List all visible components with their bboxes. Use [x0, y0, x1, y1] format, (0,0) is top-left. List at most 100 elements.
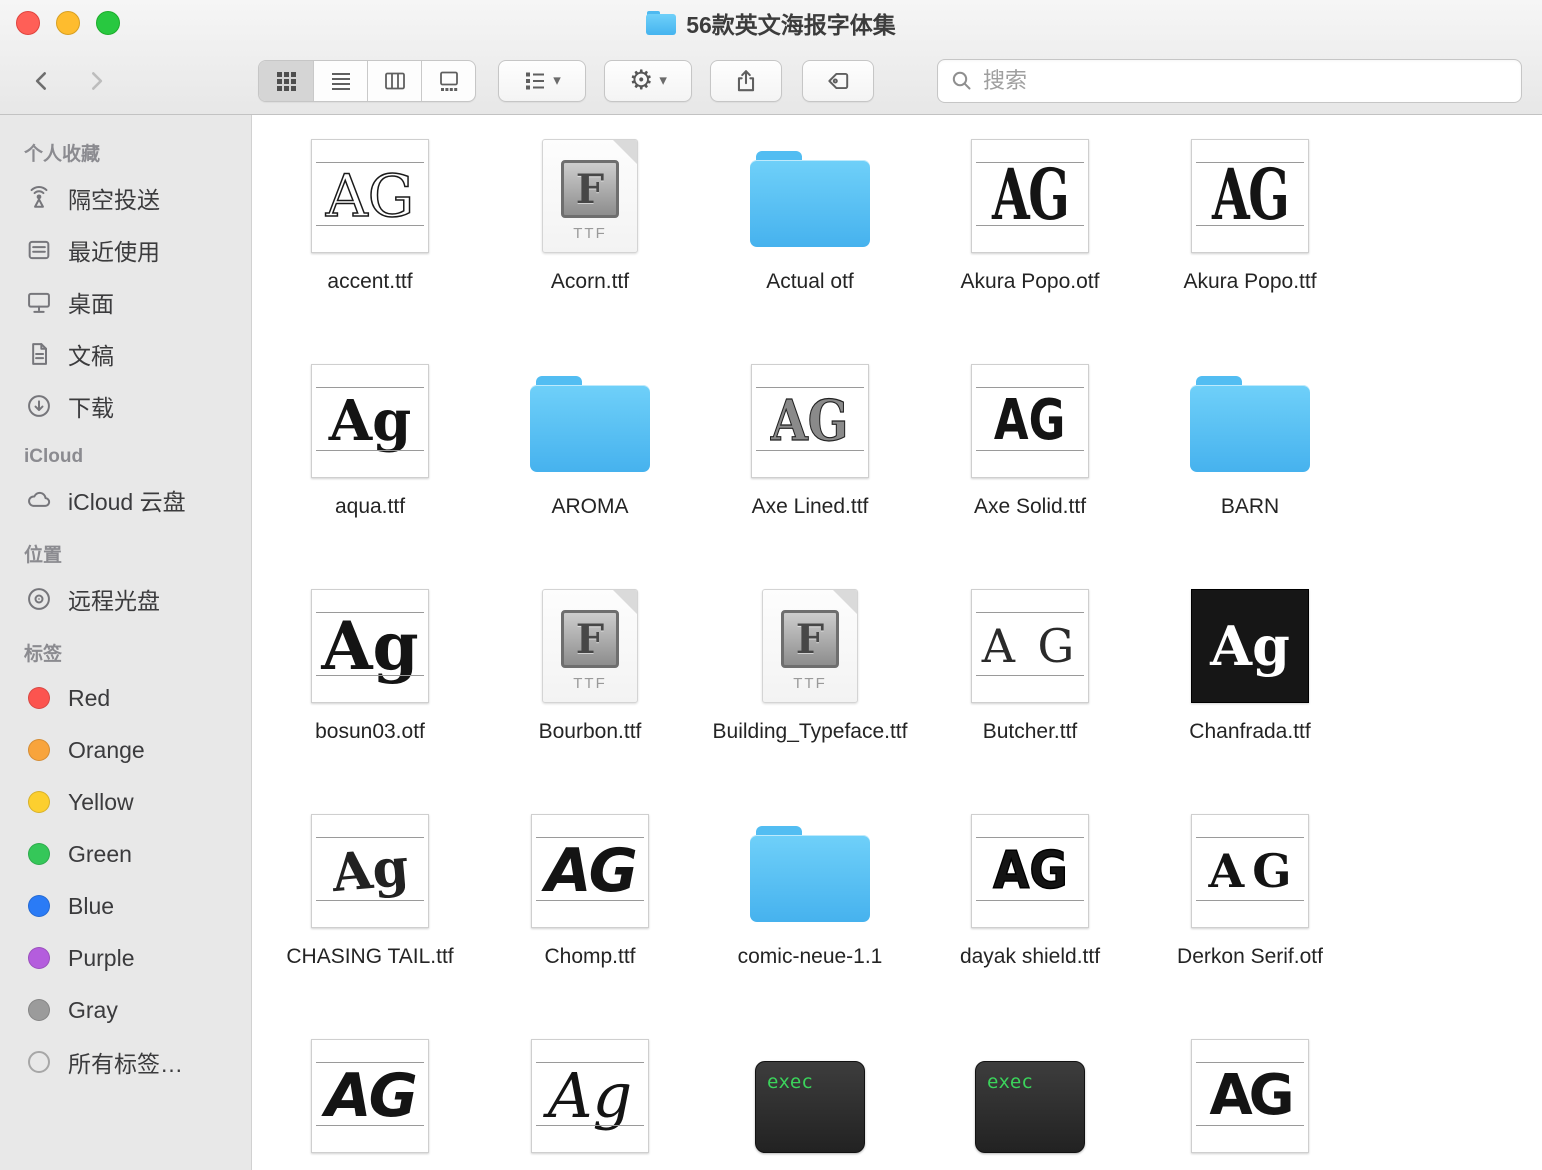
font-preview-letters: AG [1201, 848, 1300, 894]
sidebar-item-label: Green [68, 841, 132, 868]
folder-icon [750, 826, 870, 922]
sidebar-item-label: 所有标签… [68, 1045, 183, 1079]
ttf-glyph: F [796, 616, 824, 663]
font-preview-icon: Ag [311, 364, 429, 478]
file-item[interactable]: AG Derkon Serif.otf [1140, 804, 1360, 1029]
folder-icon [530, 376, 650, 472]
font-preview-letters: AG [545, 841, 635, 901]
cloud-icon [24, 485, 54, 515]
sidebar-item-remote-disc[interactable]: 远程光盘 [0, 573, 251, 625]
icon-view-button[interactable] [259, 61, 313, 101]
file-item[interactable]: AROMA [480, 354, 700, 579]
ttf-document-icon: FTTF [542, 589, 638, 703]
tag-color-dot [28, 791, 50, 813]
file-item[interactable]: Ag bosun03.otf [260, 579, 480, 804]
file-item[interactable]: Ag aqua.ttf [260, 354, 480, 579]
file-item[interactable]: AG Chomp.ttf [480, 804, 700, 1029]
sidebar-item-icloud-drive[interactable]: iCloud 云盘 [0, 474, 251, 526]
sidebar-item-tag-purple[interactable]: Purple [0, 932, 251, 984]
file-item[interactable]: Actual otf [700, 129, 920, 354]
file-name: Chanfrada.ttf [1189, 716, 1310, 748]
font-preview-icon: AG [1191, 139, 1309, 253]
file-item[interactable]: comic-neue-1.1 [700, 804, 920, 1029]
file-name: Chomp.ttf [544, 941, 635, 973]
action-menu-button[interactable]: ⚙ ▾ [604, 60, 692, 102]
sidebar-item-tag-orange[interactable]: Orange [0, 724, 251, 776]
sidebar-section-tags: 标签 [0, 625, 251, 672]
file-item[interactable]: FTTF Acorn.ttf [480, 129, 700, 354]
search-input[interactable] [983, 68, 1509, 94]
file-item[interactable]: AG Axe Lined.ttf [700, 354, 920, 579]
sidebar-item-tag-red[interactable]: Red [0, 672, 251, 724]
ttf-document-icon: F TTF [762, 589, 858, 703]
file-item[interactable]: AG dayak shield.ttf [920, 804, 1140, 1029]
forward-button[interactable] [74, 60, 118, 102]
font-preview-icon: AG [531, 814, 649, 928]
gear-icon: ⚙ [629, 67, 653, 94]
file-item[interactable]: exec [920, 1029, 1140, 1170]
tags-button[interactable] [802, 60, 874, 102]
sidebar-item-label: Red [68, 685, 110, 712]
file-item[interactable]: AG Akura Popo.otf [920, 129, 1140, 354]
sidebar-item-documents[interactable]: 文稿 [0, 328, 251, 380]
font-preview-letters: Ag [548, 1065, 632, 1127]
font-preview-letters: AG [993, 845, 1068, 897]
column-view-button[interactable] [367, 61, 421, 101]
font-preview-letters: AG [1209, 1068, 1290, 1124]
group-by-button[interactable]: ▾ [498, 60, 586, 102]
list-view-button[interactable] [313, 61, 367, 101]
sidebar-item-desktop[interactable]: 桌面 [0, 276, 251, 328]
sidebar-item-recents[interactable]: 最近使用 [0, 224, 251, 276]
file-item[interactable]: A G Butcher.ttf [920, 579, 1140, 804]
minimize-button[interactable] [56, 11, 80, 35]
file-item[interactable]: exec [700, 1029, 920, 1170]
gallery-view-button[interactable] [421, 61, 475, 101]
file-name: Akura Popo.otf [961, 266, 1100, 298]
file-item[interactable]: AG accent.ttf [260, 129, 480, 354]
file-name: Actual otf [766, 266, 854, 298]
documents-icon [24, 339, 54, 369]
view-mode-segmented-control [258, 60, 476, 102]
search-icon [950, 69, 974, 93]
search-field[interactable] [937, 59, 1522, 103]
chevron-down-icon: ▾ [659, 73, 667, 88]
file-item[interactable]: AG [260, 1029, 480, 1170]
font-preview-letters: AG [325, 1066, 415, 1126]
font-preview-letters: AG [326, 167, 414, 225]
file-item[interactable]: AG Axe Solid.ttf [920, 354, 1140, 579]
sidebar-item-all-tags[interactable]: 所有标签… [0, 1036, 251, 1088]
share-button[interactable] [710, 60, 782, 102]
downloads-icon [24, 391, 54, 421]
chevron-down-icon: ▾ [553, 73, 561, 88]
sidebar-item-tag-blue[interactable]: Blue [0, 880, 251, 932]
sidebar-item-downloads[interactable]: 下载 [0, 380, 251, 432]
file-item[interactable]: Ag CHASING TAIL.ttf [260, 804, 480, 1029]
close-button[interactable] [16, 11, 40, 35]
folder-icon [1190, 376, 1310, 472]
file-item[interactable]: Ag Chanfrada.ttf [1140, 579, 1360, 804]
sidebar-item-airdrop[interactable]: 隔空投送 [0, 172, 251, 224]
sidebar-item-label: 最近使用 [68, 233, 160, 267]
file-item[interactable]: AG Akura Popo.ttf [1140, 129, 1360, 354]
sidebar-item-tag-green[interactable]: Green [0, 828, 251, 880]
back-button[interactable] [20, 60, 64, 102]
sidebar-item-label: 文稿 [68, 337, 114, 371]
file-name: BARN [1221, 491, 1279, 523]
file-item[interactable]: Ag [480, 1029, 700, 1170]
zoom-button[interactable] [96, 11, 120, 35]
file-item[interactable]: FTTF Bourbon.ttf [480, 579, 700, 804]
sidebar-item-label: 桌面 [68, 285, 114, 319]
font-preview-icon: AG [311, 1039, 429, 1153]
sidebar-item-tag-yellow[interactable]: Yellow [0, 776, 251, 828]
tag-color-dot [28, 843, 50, 865]
file-name: Derkon Serif.otf [1177, 941, 1323, 973]
page-fold [832, 589, 858, 615]
file-item[interactable]: BARN [1140, 354, 1360, 579]
sidebar-item-tag-gray[interactable]: Gray [0, 984, 251, 1036]
file-item[interactable]: AG [1140, 1029, 1360, 1170]
file-item[interactable]: FTTF Building_Typeface.ttf [700, 579, 920, 804]
font-preview-icon: AG [971, 139, 1089, 253]
font-preview-icon: Ag [311, 589, 429, 703]
font-preview-icon: Ag [531, 1039, 649, 1153]
ttf-badge: TTF [793, 675, 827, 692]
